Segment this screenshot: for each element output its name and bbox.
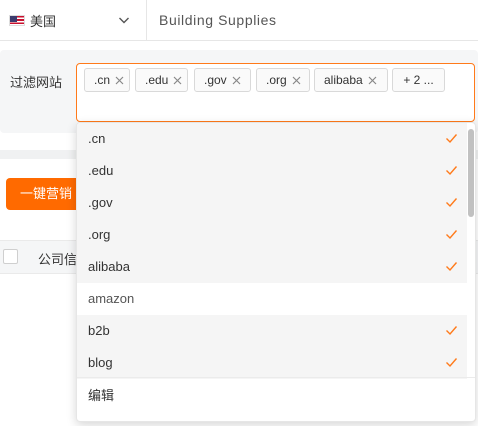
- dropdown-scrollbar[interactable]: [468, 125, 474, 377]
- dropdown-divider: [77, 377, 475, 378]
- option-label: alibaba: [88, 259, 130, 274]
- check-icon: [446, 326, 458, 336]
- close-icon[interactable]: [368, 76, 377, 85]
- option-label: .gov: [88, 195, 113, 210]
- tag-gov: .gov: [194, 68, 251, 92]
- filter-label: 过滤网站: [10, 75, 63, 90]
- tag-alibaba: alibaba: [314, 68, 388, 92]
- option-label: amazon: [88, 291, 135, 306]
- check-icon: [446, 166, 458, 176]
- option-org[interactable]: .org: [77, 219, 467, 251]
- check-icon: [446, 358, 458, 368]
- close-icon[interactable]: [292, 76, 301, 85]
- more-tags-badge[interactable]: + 2 ...: [392, 68, 445, 92]
- tag-cn: .cn: [84, 68, 130, 92]
- check-icon: [446, 134, 458, 144]
- edit-link[interactable]: 编辑: [88, 385, 114, 404]
- option-alibaba[interactable]: alibaba: [77, 251, 467, 283]
- country-select[interactable]: 美国: [0, 0, 147, 41]
- keyword-text[interactable]: Building Supplies: [159, 0, 277, 41]
- chevron-down-icon[interactable]: [118, 14, 130, 26]
- tag-edu: .edu: [135, 68, 188, 92]
- select-all-checkbox[interactable]: [3, 249, 18, 264]
- scrollbar-thumb[interactable]: [468, 129, 474, 217]
- option-edu[interactable]: .edu: [77, 155, 467, 187]
- option-gov[interactable]: .gov: [77, 187, 467, 219]
- tag-label: alibaba: [324, 73, 363, 87]
- tag-label: .cn: [94, 73, 111, 87]
- option-cn[interactable]: .cn: [77, 123, 467, 155]
- tag-label: .org: [266, 73, 287, 87]
- option-label: blog: [88, 355, 113, 370]
- country-label: 美国: [30, 14, 57, 29]
- option-label: b2b: [88, 323, 110, 338]
- option-b2b[interactable]: b2b: [77, 315, 467, 347]
- option-amazon[interactable]: amazon: [77, 283, 467, 315]
- close-icon[interactable]: [232, 76, 241, 85]
- top-bar: 美国 Building Supplies: [0, 0, 478, 41]
- close-icon[interactable]: [115, 76, 124, 85]
- option-label: .cn: [88, 131, 106, 146]
- tag-label: .gov: [204, 73, 227, 87]
- check-icon: [446, 230, 458, 240]
- tag-org: .org: [256, 68, 310, 92]
- site-filter-dropdown: .cn .edu .gov .org alibaba amazon b2b bl…: [76, 122, 476, 422]
- check-icon: [446, 198, 458, 208]
- check-icon: [446, 262, 458, 272]
- filter-site-select[interactable]: .cn .edu .gov .org alibaba + 2 ...: [76, 63, 475, 122]
- tag-label: .edu: [145, 73, 169, 87]
- close-icon[interactable]: [173, 76, 182, 85]
- option-label: .org: [88, 227, 111, 242]
- option-label: .edu: [88, 163, 114, 178]
- option-blog[interactable]: blog: [77, 347, 467, 379]
- us-flag-icon: [9, 15, 25, 26]
- filter-panel: 过滤网站 .cn .edu .gov .org alibaba + 2 ...: [0, 50, 478, 133]
